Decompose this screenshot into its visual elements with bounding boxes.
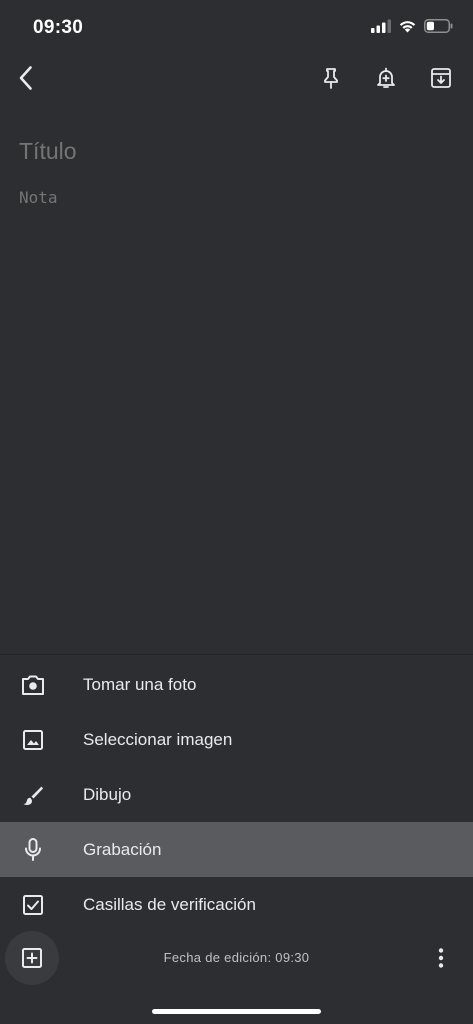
edit-date-text: Fecha de edición: 09:30 bbox=[163, 950, 310, 965]
cellular-signal-icon bbox=[371, 19, 391, 33]
camera-icon bbox=[20, 672, 46, 698]
menu-item-drawing[interactable]: Dibujo bbox=[0, 767, 473, 822]
top-toolbar bbox=[0, 56, 473, 102]
menu-item-take-photo[interactable]: Tomar una foto bbox=[0, 657, 473, 712]
back-button[interactable] bbox=[8, 60, 44, 96]
status-icons bbox=[371, 19, 453, 33]
status-time: 09:30 bbox=[33, 17, 84, 38]
pin-button[interactable] bbox=[313, 60, 349, 96]
bottom-bar: Fecha de edición: 09:30 bbox=[0, 930, 473, 986]
archive-button[interactable] bbox=[423, 60, 459, 96]
image-icon bbox=[20, 727, 46, 753]
menu-item-checkboxes[interactable]: Casillas de verificación bbox=[0, 877, 473, 932]
pin-icon bbox=[324, 68, 338, 89]
archive-icon bbox=[431, 68, 451, 88]
menu-item-label: Casillas de verificación bbox=[83, 894, 256, 914]
checkbox-icon bbox=[20, 892, 46, 918]
battery-icon bbox=[424, 19, 453, 33]
microphone-icon bbox=[20, 837, 46, 863]
menu-item-label: Seleccionar imagen bbox=[83, 729, 233, 749]
menu-item-label: Tomar una foto bbox=[83, 674, 197, 694]
home-indicator[interactable] bbox=[152, 1009, 321, 1014]
reminder-button[interactable] bbox=[368, 60, 404, 96]
add-content-menu: Tomar una foto Seleccionar imagen Dibujo bbox=[0, 654, 473, 934]
menu-item-label: Grabación bbox=[83, 839, 162, 859]
note-editor-screen: 09:30 Título Nota Tomar una foto Selecci… bbox=[0, 0, 473, 1024]
note-body-input[interactable] bbox=[19, 188, 449, 207]
bell-plus-icon bbox=[377, 67, 395, 88]
menu-item-recording[interactable]: Grabación bbox=[0, 822, 473, 877]
more-options-button[interactable] bbox=[427, 944, 455, 972]
wifi-icon bbox=[399, 21, 416, 33]
title-input[interactable] bbox=[19, 138, 449, 165]
status-bar: 09:30 bbox=[0, 0, 473, 56]
chevron-left-icon bbox=[19, 66, 32, 90]
menu-item-select-image[interactable]: Seleccionar imagen bbox=[0, 712, 473, 767]
brush-icon bbox=[20, 782, 46, 808]
menu-item-label: Dibujo bbox=[83, 784, 132, 804]
more-vertical-icon bbox=[438, 948, 444, 968]
